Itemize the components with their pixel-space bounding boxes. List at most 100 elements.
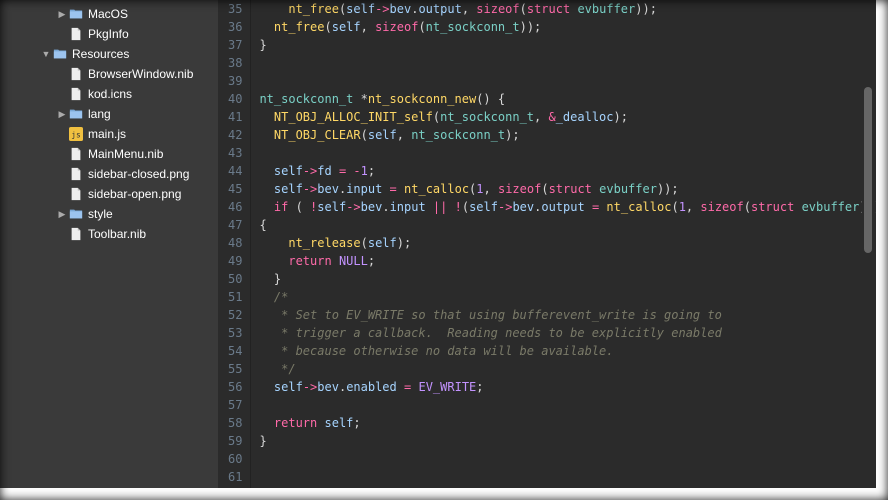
code-line[interactable]: } [259,432,888,450]
code-line[interactable]: * trigger a callback. Reading needs to b… [259,324,888,342]
disclosure-arrow-icon[interactable]: ▼ [40,49,52,59]
document-icon [68,166,84,182]
tree-item-label: Resources [72,47,129,61]
code-line[interactable]: self->bev.input = nt_calloc(1, sizeof(st… [259,180,888,198]
code-line[interactable] [259,72,888,90]
tree-item-label: kod.icns [88,87,132,101]
line-number: 45 [228,180,242,198]
tree-item-label: MacOS [88,7,128,21]
document-icon [68,66,84,82]
line-number: 46 [228,198,242,216]
line-number: 40 [228,90,242,108]
folder-icon [68,206,84,222]
tree-item-label: sidebar-closed.png [88,167,189,181]
document-icon [68,146,84,162]
code-line[interactable]: /* [259,288,888,306]
tree-item-sidebar-closed-png[interactable]: sidebar-closed.png [0,164,218,184]
folder-icon [68,6,84,22]
tree-item-label: BrowserWindow.nib [88,67,193,81]
line-number: 56 [228,378,242,396]
tree-item-label: style [88,207,113,221]
code-line[interactable] [259,54,888,72]
tree-item-label: main.js [88,127,126,141]
code-line[interactable]: if ( !self->bev.input || !(self->bev.out… [259,198,888,216]
code-line[interactable] [259,450,888,468]
code-line[interactable]: nt_release(self); [259,234,888,252]
tree-item-kod-icns[interactable]: kod.icns [0,84,218,104]
tree-item-lang[interactable]: ▶ lang [0,104,218,124]
vertical-scrollbar[interactable] [862,0,874,486]
document-icon [68,186,84,202]
code-line[interactable]: * Set to EV_WRITE so that using bufferev… [259,306,888,324]
line-number: 51 [228,288,242,306]
line-number: 38 [228,54,242,72]
disclosure-arrow-icon[interactable]: ▶ [56,9,68,20]
disclosure-arrow-icon[interactable]: ▶ [56,209,68,220]
line-number: 52 [228,306,242,324]
line-number: 39 [228,72,242,90]
svg-text:js: js [71,131,80,140]
line-number: 58 [228,414,242,432]
window-edge-bottom [0,488,888,500]
code-line[interactable]: NT_OBJ_CLEAR(self, nt_sockconn_t); [259,126,888,144]
tree-item-resources[interactable]: ▼ Resources [0,44,218,64]
tree-item-label: MainMenu.nib [88,147,163,161]
js-file-icon: js [68,126,84,142]
tree-item-label: PkgInfo [88,27,129,41]
code-line[interactable]: { [259,216,888,234]
code-line[interactable]: * because otherwise no data will be avai… [259,342,888,360]
tree-item-mainmenu-nib[interactable]: MainMenu.nib [0,144,218,164]
line-number-gutter: 3536373839404142434445464748495051525354… [218,0,251,500]
tree-item-label: lang [88,107,111,121]
line-number: 59 [228,432,242,450]
code-line[interactable]: NT_OBJ_ALLOC_INIT_self(nt_sockconn_t, &_… [259,108,888,126]
disclosure-arrow-icon[interactable]: ▶ [56,109,68,120]
code-line[interactable] [259,468,888,486]
code-line[interactable]: return NULL; [259,252,888,270]
line-number: 57 [228,396,242,414]
line-number: 53 [228,324,242,342]
code-line[interactable]: return self; [259,414,888,432]
file-tree-sidebar[interactable]: ▶ MacOS PkgInfo ▼ Resources BrowserWindow.nib… [0,0,218,500]
line-number: 50 [228,270,242,288]
line-number: 49 [228,252,242,270]
folder-icon [68,106,84,122]
code-line[interactable] [259,144,888,162]
tree-item-browserwindow-nib[interactable]: BrowserWindow.nib [0,64,218,84]
tree-item-macos[interactable]: ▶ MacOS [0,4,218,24]
code-area[interactable]: nt_free(self->bev.output, sizeof(struct … [251,0,888,500]
tree-item-sidebar-open-png[interactable]: sidebar-open.png [0,184,218,204]
code-line[interactable]: */ [259,360,888,378]
code-line[interactable]: nt_sockconn_t *nt_sockconn_new() { [259,90,888,108]
code-line[interactable]: self->fd = -1; [259,162,888,180]
tree-item-style[interactable]: ▶ style [0,204,218,224]
tree-item-pkginfo[interactable]: PkgInfo [0,24,218,44]
document-icon [68,86,84,102]
code-line[interactable] [259,396,888,414]
line-number: 35 [228,0,242,18]
code-line[interactable]: } [259,36,888,54]
code-line[interactable]: nt_free(self, sizeof(nt_sockconn_t)); [259,18,888,36]
folder-icon [52,46,68,62]
line-number: 44 [228,162,242,180]
tree-item-toolbar-nib[interactable]: Toolbar.nib [0,224,218,244]
line-number: 60 [228,450,242,468]
line-number: 48 [228,234,242,252]
tree-item-main-js[interactable]: js main.js [0,124,218,144]
tree-item-label: Toolbar.nib [88,227,146,241]
document-icon [68,226,84,242]
line-number: 36 [228,18,242,36]
document-icon [68,26,84,42]
line-number: 47 [228,216,242,234]
line-number: 61 [228,468,242,486]
code-line[interactable]: nt_free(self->bev.output, sizeof(struct … [259,0,888,18]
code-editor[interactable]: 3536373839404142434445464748495051525354… [218,0,888,500]
code-line[interactable]: } [259,270,888,288]
code-line[interactable]: self->bev.enabled = EV_WRITE; [259,378,888,396]
line-number: 42 [228,126,242,144]
line-number: 41 [228,108,242,126]
line-number: 55 [228,360,242,378]
tree-item-label: sidebar-open.png [88,187,181,201]
line-number: 37 [228,36,242,54]
scrollbar-thumb[interactable] [864,87,872,252]
